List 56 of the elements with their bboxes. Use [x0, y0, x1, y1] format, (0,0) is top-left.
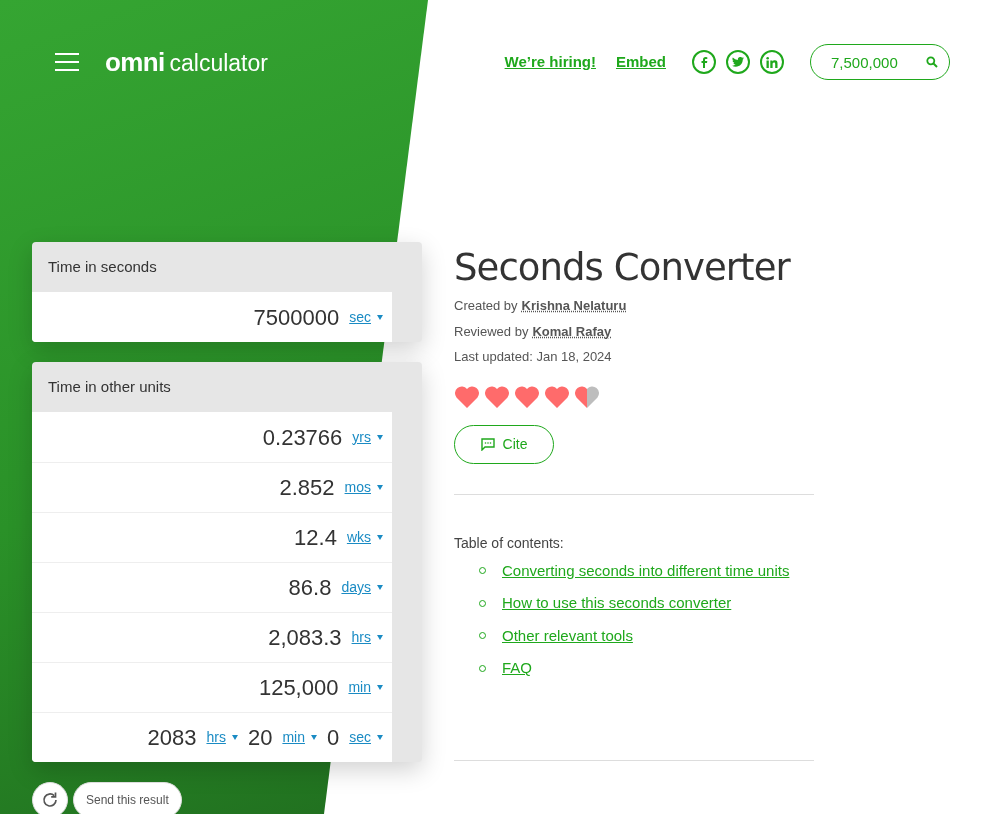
comment-icon	[480, 437, 495, 451]
caret-icon	[377, 434, 383, 440]
value-field[interactable]: 20	[247, 721, 273, 754]
author-link[interactable]: Krishna Nelaturu	[521, 296, 627, 316]
unit-dropdown[interactable]: min	[348, 677, 383, 698]
caret-icon	[377, 485, 383, 490]
menu-icon[interactable]	[55, 53, 79, 71]
facebook-icon[interactable]	[692, 50, 716, 74]
logo[interactable]: omni calculator	[105, 42, 268, 82]
credit-label: Reviewed by	[454, 322, 529, 341]
unit-dropdown[interactable]: sec	[349, 727, 383, 748]
search-icon[interactable]	[926, 56, 938, 68]
card-title: Time in other units	[47, 376, 172, 397]
heart-rating[interactable]	[454, 384, 600, 409]
caret-icon	[377, 635, 383, 640]
header-link[interactable]: Embed	[616, 50, 666, 74]
caret-icon	[310, 735, 317, 740]
value-field[interactable]: 12.4	[294, 521, 337, 554]
last-updated: Last updated: Jan 18, 2024	[454, 348, 613, 366]
twitter-icon[interactable]	[726, 50, 750, 74]
toc-heading: Table of contents:	[454, 533, 565, 553]
toc-link[interactable]: How to use this seconds converter	[502, 592, 732, 615]
value-field[interactable]: 2083	[147, 721, 197, 754]
unit-dropdown[interactable]: hrs	[351, 627, 383, 648]
value-field[interactable]: 0.23766	[262, 420, 343, 454]
unit-dropdown[interactable]: days	[341, 577, 383, 598]
unit-dropdown[interactable]: hrs	[206, 727, 238, 748]
value-field[interactable]: 2.852	[279, 471, 335, 504]
unit-dropdown[interactable]: yrs	[352, 426, 383, 448]
value-field[interactable]: 0	[326, 721, 340, 754]
value-field[interactable]: 86.8	[288, 571, 332, 604]
caret-icon	[377, 535, 383, 540]
caret-icon	[377, 585, 383, 590]
send-result-button[interactable]: Send this result	[73, 782, 182, 814]
unit-dropdown[interactable]: wks	[346, 527, 383, 548]
header-link[interactable]: We’re hiring!	[504, 50, 596, 74]
value-field[interactable]: 125,000	[258, 671, 339, 704]
page-title: Seconds Converter	[454, 245, 792, 291]
card-title: Time in seconds	[47, 256, 158, 277]
reload-icon	[41, 791, 59, 809]
unit-dropdown[interactable]: mos	[344, 477, 383, 498]
author-link[interactable]: Komal Rafay	[532, 321, 612, 341]
credit-label: Created by	[454, 297, 518, 315]
value-field[interactable]: 7500000	[253, 300, 340, 334]
value-field[interactable]: 2,083.3	[268, 621, 342, 654]
toc-link[interactable]: FAQ	[502, 657, 532, 680]
linkedin-icon[interactable]	[760, 50, 784, 74]
caret-icon	[377, 314, 383, 320]
caret-icon	[231, 735, 238, 740]
toc-link[interactable]: Converting seconds into different time units	[502, 559, 790, 582]
unit-dropdown[interactable]: sec	[349, 306, 383, 328]
caret-icon	[377, 685, 383, 690]
toc-link[interactable]: Other relevant tools	[502, 624, 633, 647]
caret-icon	[377, 735, 383, 740]
unit-dropdown[interactable]: min	[282, 727, 317, 748]
search-field[interactable]: 7,500,000	[810, 44, 950, 80]
